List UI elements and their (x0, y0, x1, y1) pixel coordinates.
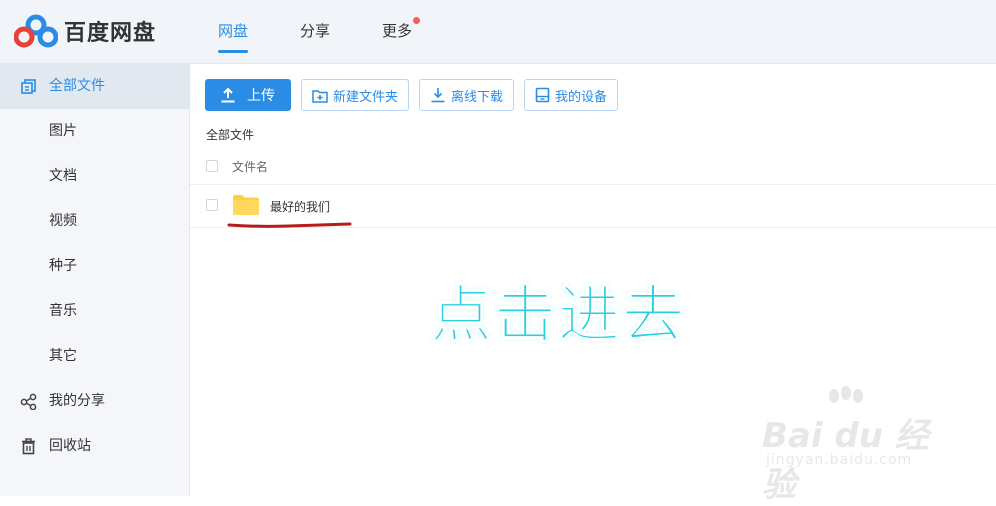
device-icon (535, 87, 550, 103)
new-folder-icon (312, 89, 328, 103)
top-header: 百度网盘 网盘 分享 更多 (0, 0, 996, 64)
toolbar: 上传 新建文件夹 离线下载 我的设备 (205, 79, 628, 111)
trash-icon (22, 438, 35, 455)
sidebar-item-others[interactable]: 其它 (0, 334, 189, 379)
my-devices-button-label: 我的设备 (555, 89, 608, 105)
sidebar-item-label: 其它 (49, 348, 77, 364)
offline-download-button[interactable]: 离线下载 (419, 79, 515, 111)
red-underline-annotation (227, 222, 352, 228)
upload-button-label: 上传 (247, 88, 275, 104)
file-name[interactable]: 最好的我们 (270, 198, 330, 215)
share-icon (20, 393, 37, 410)
sidebar: 全部文件 图片 文档 视频 种子 音乐 其它 我的分享 回收站 (0, 64, 190, 496)
folder-icon (233, 195, 259, 215)
upload-button[interactable]: 上传 (205, 79, 291, 111)
app-logo[interactable]: 百度网盘 (14, 14, 156, 48)
nav-tab-share[interactable]: 分享 (300, 0, 330, 63)
sidebar-item-label: 图片 (49, 123, 77, 139)
sidebar-item-label: 音乐 (49, 303, 77, 319)
top-nav: 网盘 分享 更多 (218, 0, 464, 63)
nav-tab-more-label: 更多 (382, 22, 413, 40)
sidebar-item-music[interactable]: 音乐 (0, 289, 189, 334)
sidebar-item-torrents[interactable]: 种子 (0, 244, 189, 289)
my-devices-button[interactable]: 我的设备 (524, 79, 619, 111)
row-checkbox[interactable] (206, 199, 218, 211)
sidebar-item-label: 视频 (49, 213, 77, 229)
sidebar-item-label: 文档 (49, 168, 77, 184)
annotation-text: 点击进去 (429, 278, 687, 352)
sidebar-item-label: 全部文件 (49, 78, 105, 94)
breadcrumb[interactable]: 全部文件 (206, 126, 254, 143)
new-folder-button[interactable]: 新建文件夹 (301, 79, 410, 111)
sidebar-item-all-files[interactable]: 全部文件 (0, 64, 189, 109)
sidebar-item-label: 我的分享 (49, 393, 105, 409)
sidebar-item-recycle-bin[interactable]: 回收站 (0, 424, 189, 469)
sidebar-item-documents[interactable]: 文档 (0, 154, 189, 199)
new-folder-button-label: 新建文件夹 (333, 89, 399, 105)
offline-download-button-label: 离线下载 (451, 89, 504, 105)
copy-icon (21, 79, 36, 94)
sidebar-item-label: 种子 (49, 258, 77, 274)
nav-tab-netdisk[interactable]: 网盘 (218, 0, 249, 63)
file-list-header: 文件名 (190, 150, 996, 185)
nav-tab-more[interactable]: 更多 (382, 0, 421, 63)
upload-icon (221, 87, 235, 103)
baidu-cloud-icon (14, 14, 58, 48)
watermark-url: jingyan.baidu.com (766, 452, 913, 468)
sidebar-item-images[interactable]: 图片 (0, 109, 189, 154)
baidu-jingyan-watermark: Bai du 经验 jingyan.baidu.com (762, 386, 962, 505)
download-icon (431, 88, 445, 103)
sidebar-item-label: 回收站 (49, 438, 91, 454)
column-header-filename[interactable]: 文件名 (232, 158, 268, 175)
logo-text: 百度网盘 (64, 21, 157, 46)
select-all-checkbox[interactable] (206, 160, 218, 172)
sidebar-item-my-shares[interactable]: 我的分享 (0, 379, 189, 424)
notification-dot (413, 17, 421, 24)
sidebar-item-videos[interactable]: 视频 (0, 199, 189, 244)
